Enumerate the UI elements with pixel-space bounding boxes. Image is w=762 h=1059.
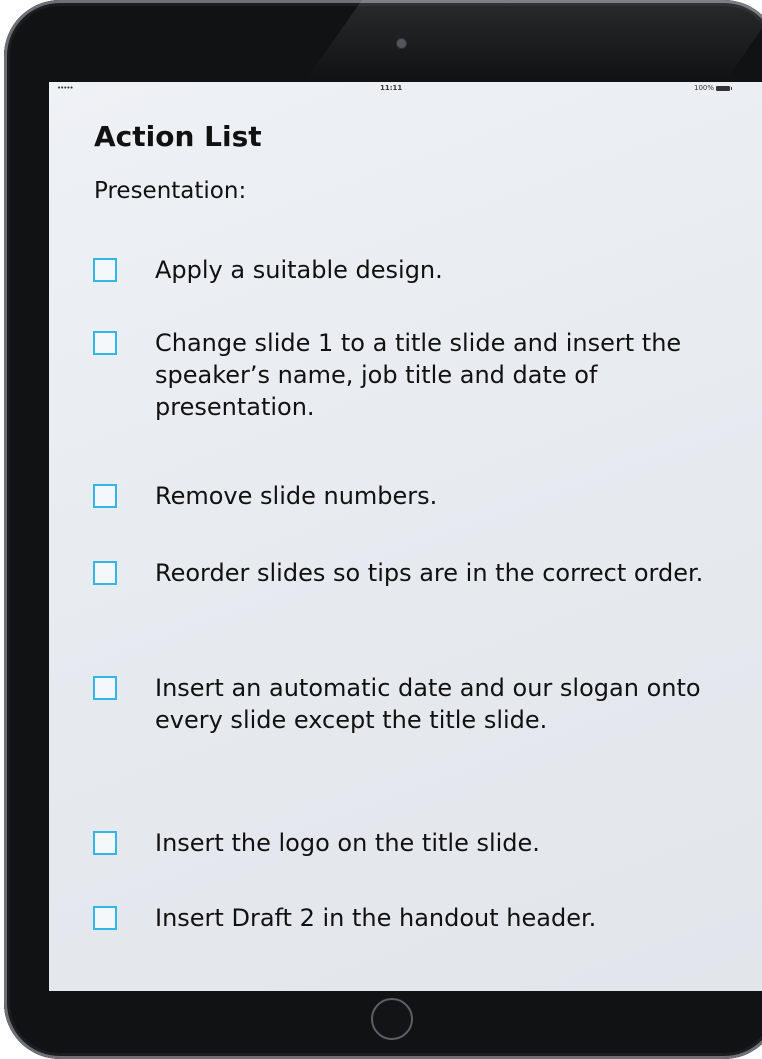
item-checkbox[interactable] <box>93 484 117 508</box>
home-button[interactable] <box>371 998 413 1040</box>
list-item: Insert the logo on the title slide. <box>93 827 753 859</box>
list-item: Insert an automatic date and our slogan … <box>93 672 753 736</box>
item-text: Insert the logo on the title slide. <box>155 829 540 857</box>
tablet-screen: ••••• 11:11 100% Action List Presentatio… <box>49 82 762 991</box>
item-text: Apply a suitable design. <box>155 256 443 284</box>
item-text: Insert an automatic date and our slogan … <box>155 674 701 734</box>
item-checkbox[interactable] <box>93 258 117 282</box>
list-item: Insert Draft 2 in the handout header. <box>93 902 753 934</box>
item-text: Change slide 1 to a title slide and inse… <box>155 329 682 421</box>
list-item: Remove slide numbers. <box>93 480 753 512</box>
item-checkbox[interactable] <box>93 906 117 930</box>
item-text: Remove slide numbers. <box>155 482 438 510</box>
item-checkbox[interactable] <box>93 561 117 585</box>
list-item: Change slide 1 to a title slide and inse… <box>93 327 753 423</box>
tablet-device: ••••• 11:11 100% Action List Presentatio… <box>4 0 762 1059</box>
item-checkbox[interactable] <box>93 331 117 355</box>
item-checkbox[interactable] <box>93 831 117 855</box>
list-item: Apply a suitable design. <box>93 254 753 286</box>
item-checkbox[interactable] <box>93 676 117 700</box>
item-text: Insert Draft 2 in the handout header. <box>155 904 597 932</box>
item-text: Reorder slides so tips are in the correc… <box>155 559 704 587</box>
front-camera-icon <box>396 38 407 49</box>
action-list: Apply a suitable design. Change slide 1 … <box>49 82 762 991</box>
list-item: Reorder slides so tips are in the correc… <box>93 557 753 589</box>
